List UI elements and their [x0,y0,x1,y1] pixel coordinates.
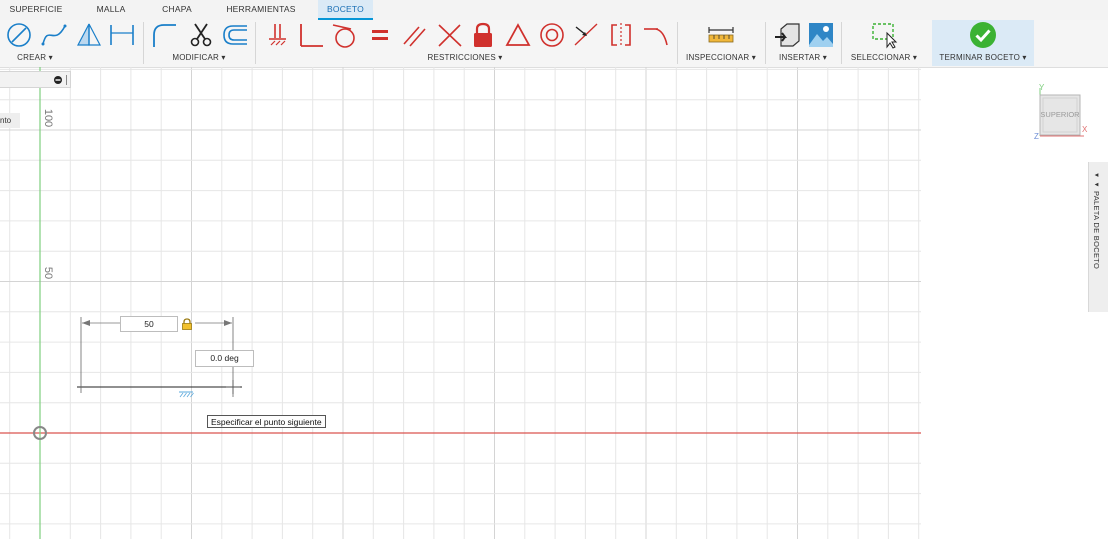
concentric-icon[interactable] [538,21,566,49]
midpoint-icon[interactable] [572,21,600,49]
insert-icon[interactable] [773,21,801,49]
fillet-icon[interactable] [150,21,178,49]
tangent-icon[interactable] [331,21,359,49]
scissors-icon[interactable] [187,21,215,49]
tab-boceto[interactable]: BOCETO [318,0,373,20]
perpendicular-icon[interactable] [297,21,325,49]
lock-icon[interactable] [181,318,193,330]
horizontal-constraint-hatch [183,392,187,398]
axis-label-100: 100 [42,108,55,128]
modificar-menu[interactable]: MODIFICAR ▾ [166,53,232,62]
tab-malla[interactable]: MALLA [86,0,136,19]
fix-icon[interactable] [264,21,292,49]
tab-superficie[interactable]: SUPERFICIE [6,0,66,19]
sketch-canvas[interactable] [0,67,921,539]
separator [841,22,842,64]
separator [765,22,766,64]
ribbon-tabs: SUPERFICIE MALLA CHAPA HERRAMIENTAS BOCE… [0,0,1108,20]
separator [143,22,144,64]
separator [255,22,256,64]
horizontal-constraint-hatch [179,392,184,398]
measure-icon[interactable] [707,21,735,49]
browser-item[interactable]: nto [0,113,20,128]
restricciones-menu[interactable]: RESTRICCIONES ▾ [420,53,510,62]
cursor-tooltip: Especificar el punto siguiente [207,415,326,428]
dimension-arrow-left [82,320,90,326]
equal-icon[interactable] [366,21,394,49]
length-dimension-input[interactable]: 50 [120,316,178,332]
viewcube[interactable]: SUPERIOR Y X Z [1032,83,1092,144]
dimension-icon[interactable] [108,21,136,49]
curvature-icon[interactable] [642,21,670,49]
insertar-menu[interactable]: INSERTAR ▾ [775,53,831,62]
sketch-palette-tab[interactable]: ◂◂ PALETA DE BOCETO [1088,162,1108,312]
panel-divider [66,75,67,85]
terminar-boceto-menu[interactable]: TERMINAR BOCETO ▾ [936,53,1030,62]
ribbon-toolbar: CREAR ▾ MODIFICAR ▾ RESTRICCIONES ▾ INSP… [0,20,1108,68]
viewcube-face-label[interactable]: SUPERIOR [1040,110,1080,119]
inspeccionar-menu[interactable]: INSPECCIONAR ▾ [685,53,757,62]
crear-menu[interactable]: CREAR ▾ [10,53,60,62]
finish-check-icon[interactable] [969,21,997,49]
browser-panel[interactable] [0,71,71,88]
viewcube-x-label: X [1082,125,1088,134]
select-window-icon[interactable] [870,21,898,49]
parallel-icon[interactable] [401,21,429,49]
triangle-icon[interactable] [75,21,103,49]
viewcube-z-label: Z [1034,132,1039,141]
line-icon[interactable] [5,21,33,49]
dimension-arrow-right [224,320,232,326]
separator [677,22,678,64]
collapse-icon[interactable] [53,75,63,85]
seleccionar-menu[interactable]: SELECCIONAR ▾ [850,53,918,62]
sketch-grid [0,67,921,539]
sketch-palette-label: ◂◂ PALETA DE BOCETO [1092,170,1101,270]
lock-icon[interactable] [469,21,497,49]
triangle-constraint-icon[interactable] [504,21,532,49]
offset-icon[interactable] [220,21,248,49]
axis-label-50: 50 [42,266,55,280]
angle-dimension-input[interactable]: 0.0 deg [195,350,254,367]
intersect-icon[interactable] [436,21,464,49]
image-icon[interactable] [807,21,835,49]
tab-chapa[interactable]: CHAPA [152,0,202,19]
horizontal-constraint-hatch [186,392,191,398]
symmetry-icon[interactable] [607,21,635,49]
viewcube-y-label: Y [1039,83,1045,92]
tab-herramientas[interactable]: HERRAMIENTAS [222,0,300,19]
spline-icon[interactable] [40,21,68,49]
